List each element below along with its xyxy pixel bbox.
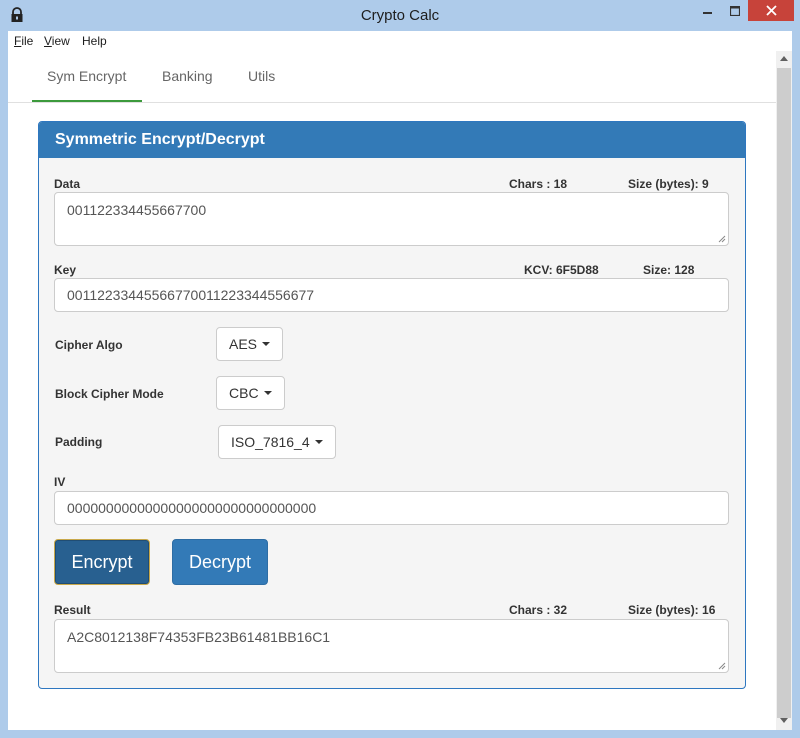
- tab-bar: Sym Encrypt Banking Utils: [8, 51, 776, 103]
- menu-file-rest: ile: [21, 34, 34, 48]
- vertical-scrollbar[interactable]: [776, 51, 792, 730]
- result-label: Result: [54, 603, 91, 617]
- key-label: Key: [54, 263, 77, 277]
- resize-grip-icon[interactable]: [718, 662, 726, 670]
- data-input-value: 001122334455667700: [67, 202, 207, 218]
- iv-input[interactable]: 00000000000000000000000000000000: [54, 491, 729, 525]
- encrypt-button[interactable]: Encrypt: [54, 539, 150, 585]
- panel-title: Symmetric Encrypt/Decrypt: [39, 122, 745, 158]
- menu-file[interactable]: File: [14, 34, 33, 48]
- result-output-value: A2C8012138F74353FB23B61481BB16C1: [67, 629, 331, 645]
- symmetric-panel: Symmetric Encrypt/Decrypt Data Chars : 1…: [38, 121, 746, 689]
- iv-label: IV: [54, 475, 66, 489]
- menu-view-rest: iew: [51, 34, 70, 48]
- scrollbar-thumb[interactable]: [777, 68, 791, 718]
- tab-banking[interactable]: Banking: [162, 68, 213, 84]
- minimize-icon: [703, 11, 712, 14]
- key-size: Size: 128: [643, 263, 695, 277]
- iv-input-value: 00000000000000000000000000000000: [67, 500, 317, 516]
- data-size: Size (bytes): 9: [628, 177, 709, 191]
- minimize-button[interactable]: [694, 0, 722, 21]
- key-input[interactable]: 00112233445566770011223344556677: [54, 278, 729, 312]
- active-tab-indicator: [32, 100, 142, 102]
- result-output[interactable]: A2C8012138F74353FB23B61481BB16C1: [54, 619, 729, 673]
- caret-down-icon: [314, 440, 323, 444]
- result-chars-count: Chars : 32: [509, 603, 568, 617]
- block-mode-value: CBC: [229, 385, 259, 401]
- block-mode-dropdown[interactable]: CBC: [216, 376, 285, 410]
- cipher-algo-label: Cipher Algo: [55, 338, 123, 352]
- padding-label: Padding: [55, 435, 103, 449]
- kcv-value: KCV: 6F5D88: [524, 263, 599, 277]
- menu-view-mnemonic: V: [44, 34, 52, 48]
- scroll-up-arrow-icon[interactable]: [780, 56, 788, 61]
- decrypt-button[interactable]: Decrypt: [172, 539, 268, 585]
- block-mode-label: Block Cipher Mode: [55, 387, 164, 401]
- tab-sym-encrypt[interactable]: Sym Encrypt: [47, 68, 126, 84]
- cipher-algo-dropdown[interactable]: AES: [216, 327, 284, 361]
- result-size: Size (bytes): 16: [628, 603, 716, 617]
- maximize-icon: [730, 5, 740, 16]
- close-icon: [765, 5, 777, 16]
- data-label: Data: [54, 177, 81, 191]
- caret-down-icon: [262, 342, 271, 346]
- menu-bar: File View Help: [8, 31, 792, 51]
- key-input-value: 00112233445566770011223344556677: [67, 287, 315, 303]
- close-button[interactable]: [748, 0, 794, 21]
- app-window: Crypto Calc File View Help Sym Encrypt B…: [0, 0, 800, 738]
- padding-value: ISO_7816_4: [231, 434, 310, 450]
- menu-view[interactable]: View: [44, 34, 70, 48]
- data-chars-count: Chars : 18: [509, 177, 568, 191]
- title-bar[interactable]: Crypto Calc: [0, 0, 800, 31]
- scroll-down-arrow-icon[interactable]: [780, 718, 788, 723]
- data-input[interactable]: 001122334455667700: [54, 192, 729, 246]
- padding-dropdown[interactable]: ISO_7816_4: [218, 425, 336, 459]
- maximize-button[interactable]: [722, 0, 748, 21]
- menu-help[interactable]: Help: [82, 34, 107, 48]
- caret-down-icon: [263, 391, 272, 395]
- main-content: Sym Encrypt Banking Utils Symmetric Encr…: [8, 51, 776, 730]
- cipher-algo-value: AES: [229, 336, 258, 352]
- tab-utils[interactable]: Utils: [248, 68, 275, 84]
- window-title: Crypto Calc: [360, 7, 440, 24]
- resize-grip-icon[interactable]: [718, 235, 726, 243]
